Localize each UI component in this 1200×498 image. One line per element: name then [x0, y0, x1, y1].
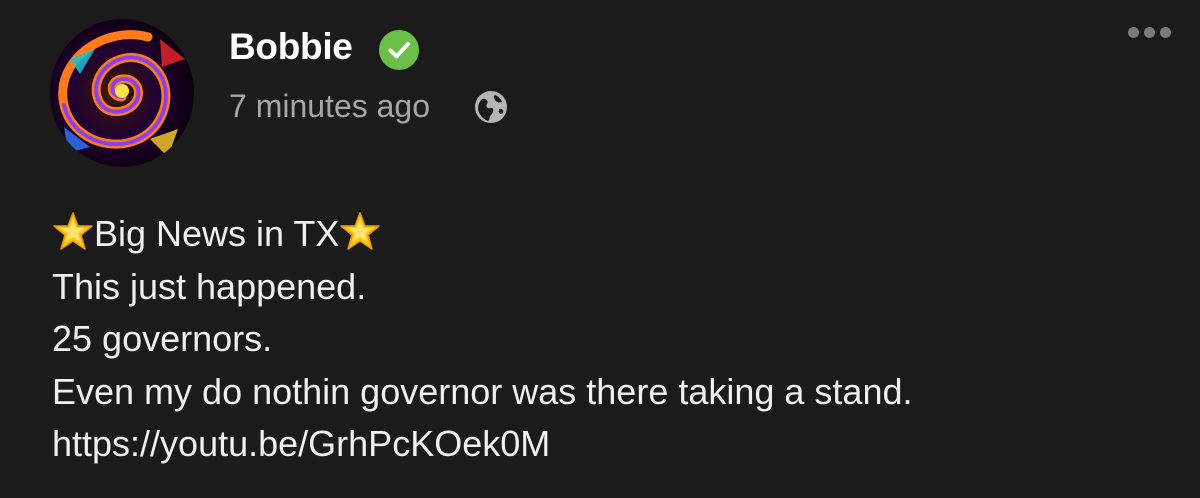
post-body-line: This just happened. — [52, 265, 367, 307]
globe-icon — [475, 91, 507, 123]
more-options-dot — [1128, 26, 1139, 38]
author-name[interactable]: Bobbie — [229, 26, 353, 68]
more-options-dot — [1160, 26, 1171, 38]
post-link[interactable]: https://youtu.be/GrhPcKOek0M — [52, 418, 913, 471]
post-timestamp[interactable]: 7 minutes ago — [229, 88, 430, 125]
post-card: Bobbie 7 minutes ago Big News in TX This… — [0, 0, 1200, 498]
verified-badge-icon — [379, 30, 419, 70]
more-options-dot — [1144, 26, 1155, 38]
author-avatar[interactable] — [50, 19, 194, 167]
fractal-spiral-avatar-icon — [50, 19, 194, 167]
glowing-star-icon — [340, 212, 381, 250]
post-body: Big News in TX This just happened. 25 go… — [52, 208, 913, 471]
post-headline-line: Big News in TX — [52, 208, 913, 261]
glowing-star-icon — [53, 212, 93, 250]
post-body-line: Even my do nothin governor was there tak… — [52, 370, 913, 412]
post-headline: Big News in TX — [94, 213, 340, 254]
more-options-button[interactable] — [1128, 24, 1172, 40]
post-body-line: 25 governors. — [52, 318, 273, 359]
